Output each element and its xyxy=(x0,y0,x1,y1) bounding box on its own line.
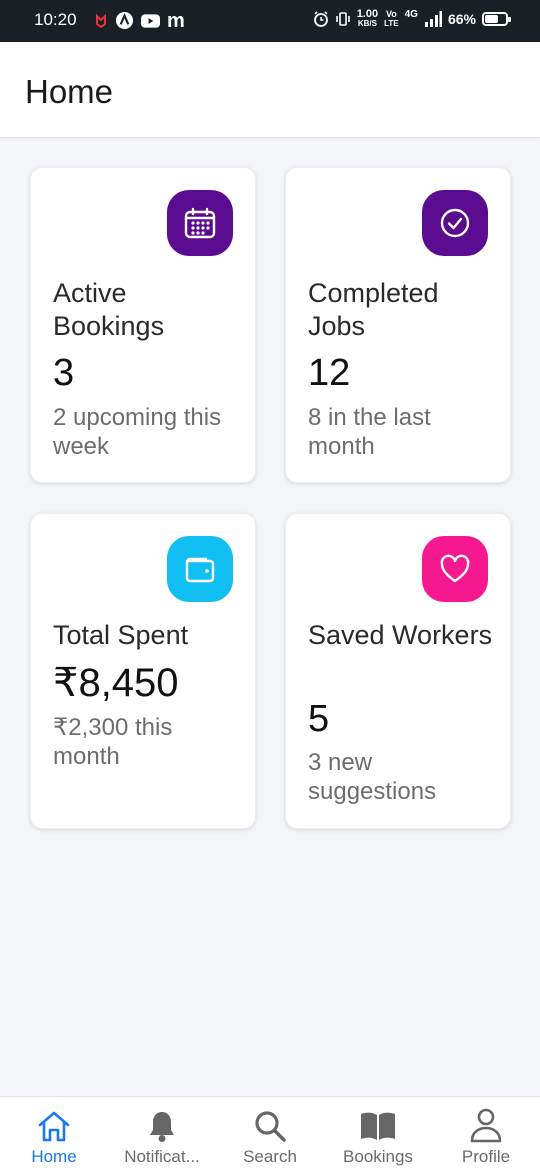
status-time: 10:20 xyxy=(34,10,77,29)
battery-icon xyxy=(482,11,511,26)
notification-app-icon xyxy=(96,13,106,28)
card-value: 5 xyxy=(308,698,330,740)
heart-icon xyxy=(440,554,470,583)
card-subtitle: 2 upcoming this week xyxy=(53,404,222,460)
card-value: 3 xyxy=(53,352,75,394)
vibrate-icon xyxy=(335,11,350,26)
card-title: Completed Jobs xyxy=(308,278,439,341)
card-completed-jobs[interactable]: Completed Jobs 12 8 in the last month xyxy=(285,167,511,483)
nav-label: Search xyxy=(243,1147,297,1166)
app-header: Home xyxy=(0,42,540,138)
page-title: Home xyxy=(25,73,114,110)
nav-item-notifications[interactable]: Notificat... xyxy=(108,1097,216,1170)
nav-item-search[interactable]: Search xyxy=(216,1097,324,1170)
card-subtitle: 3 new suggestions xyxy=(308,749,437,805)
card-icon-bg xyxy=(422,536,488,602)
card-title: Saved Workers xyxy=(308,620,493,650)
card-icon-bg xyxy=(167,536,233,602)
home-icon xyxy=(38,1111,70,1142)
nav-label: Bookings xyxy=(343,1147,413,1166)
bottom-nav: Home Notificat... Search Bookings Profil… xyxy=(0,1096,540,1170)
card-title: Active Bookings xyxy=(53,278,165,341)
card-value: 12 xyxy=(308,352,351,394)
card-saved-workers[interactable]: Saved Workers 5 3 new suggestions xyxy=(285,513,511,829)
card-active-bookings[interactable]: Active Bookings 3 2 upcoming this week xyxy=(30,167,256,483)
card-total-spent[interactable]: Total Spent ₹8,450 ₹2,300 this month xyxy=(30,513,256,829)
card-icon-bg xyxy=(422,190,488,256)
card-subtitle: 8 in the last month xyxy=(308,404,431,460)
status-bar: 10:20 m 1.00 KB/S Vo LTE 4G 66% xyxy=(0,0,540,42)
card-icon-bg xyxy=(167,190,233,256)
youtube-icon xyxy=(141,13,160,28)
nav-item-bookings[interactable]: Bookings xyxy=(324,1097,432,1170)
nav-label: Notificat... xyxy=(124,1147,200,1166)
network-type: 4G xyxy=(404,9,418,20)
nav-item-profile[interactable]: Profile xyxy=(432,1097,540,1170)
calendar-icon xyxy=(184,207,216,239)
battery-percent: 66% xyxy=(447,10,476,27)
nav-item-home[interactable]: Home xyxy=(0,1097,108,1170)
status-left-icons: m xyxy=(94,9,185,32)
wallet-icon xyxy=(185,557,215,583)
nav-label: Profile xyxy=(461,1147,511,1166)
search-icon xyxy=(255,1111,286,1142)
book-icon xyxy=(361,1112,395,1140)
check-circle-icon xyxy=(440,208,470,238)
card-value: ₹8,450 xyxy=(53,661,179,705)
m-app-icon: m xyxy=(167,9,185,32)
card-title: Total Spent xyxy=(53,620,189,650)
nav-label: Home xyxy=(31,1147,77,1166)
alarm-icon xyxy=(313,10,328,27)
volte-indicator: Vo LTE xyxy=(384,8,399,28)
brave-icon xyxy=(115,11,134,30)
net-speed: 1.00 KB/S xyxy=(356,8,379,29)
card-subtitle: ₹2,300 this month xyxy=(53,714,173,770)
person-icon xyxy=(470,1108,502,1143)
status-right: 1.00 KB/S Vo LTE 4G 66% xyxy=(313,8,511,29)
bell-icon xyxy=(150,1112,174,1142)
signal-icon xyxy=(424,10,442,27)
